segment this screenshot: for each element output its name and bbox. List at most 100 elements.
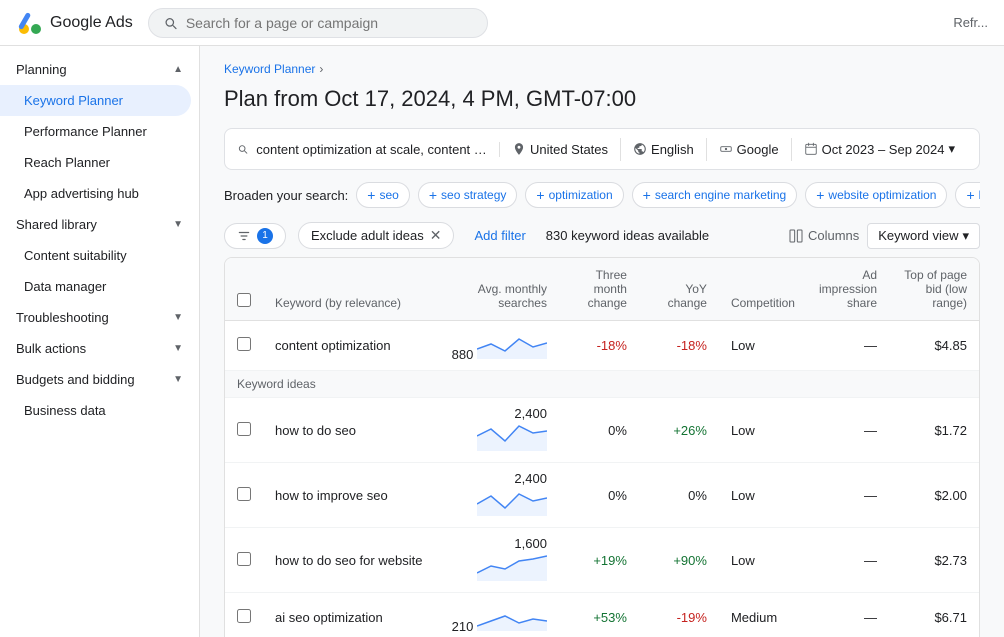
search-icon	[163, 15, 178, 31]
app-name: Google Ads	[50, 14, 133, 32]
toolbar: 1 Exclude adult ideas ✕ Add filter 830 k…	[224, 222, 980, 249]
th-top-bid[interactable]: Top of page bid (low range)	[889, 258, 979, 321]
date-dropdown-icon: ▾	[948, 141, 955, 157]
filter-search-text: content optimization at scale, content o…	[256, 142, 487, 157]
filter-location[interactable]: United States	[500, 138, 621, 161]
sidebar-troubleshooting-header[interactable]: Troubleshooting ▼	[0, 302, 199, 333]
row-sparkline	[477, 421, 547, 451]
add-filter-button[interactable]: Add filter	[466, 224, 533, 247]
row-avg-cell: 2,400	[439, 463, 559, 528]
main-content: Keyword Planner › Plan from Oct 17, 2024…	[200, 46, 1004, 637]
tag-chip-link-building[interactable]: + link building	[955, 182, 980, 208]
filter-network[interactable]: Google	[707, 138, 792, 161]
row-checkbox-cell[interactable]	[225, 398, 263, 463]
seed-row-checkbox[interactable]	[237, 337, 251, 351]
filter-icon	[237, 229, 251, 243]
keyword-table: Keyword (by relevance) Avg. monthly sear…	[225, 258, 979, 637]
filter-language[interactable]: English	[621, 138, 707, 161]
row-checkbox-cell[interactable]	[225, 593, 263, 637]
th-yoy[interactable]: YoY change	[639, 258, 719, 321]
th-avg-searches[interactable]: Avg. monthly searches	[439, 258, 559, 321]
filter-date-range[interactable]: Oct 2023 – Sep 2024 ▾	[792, 137, 967, 161]
sidebar-bulk-actions-header[interactable]: Bulk actions ▼	[0, 333, 199, 364]
sidebar-item-data-manager[interactable]: Data manager	[0, 271, 191, 302]
row-sparkline	[477, 486, 547, 516]
broaden-label: Broaden your search:	[224, 188, 348, 203]
th-competition[interactable]: Competition	[719, 258, 807, 321]
keyword-ideas-section-label: Keyword ideas	[225, 371, 979, 398]
exclude-chip: Exclude adult ideas ✕	[298, 222, 454, 249]
select-all-checkbox[interactable]	[237, 293, 251, 307]
layout: Planning ▲ Keyword Planner Performance P…	[0, 46, 1004, 637]
filters-row: content optimization at scale, content o…	[224, 128, 980, 170]
th-three-month[interactable]: Three month change	[559, 258, 639, 321]
row-checkbox[interactable]	[237, 422, 251, 436]
tag-chip-optimization[interactable]: + optimization	[525, 182, 623, 208]
breadcrumb-link[interactable]: Keyword Planner	[224, 62, 315, 76]
row-checkbox[interactable]	[237, 609, 251, 623]
row-ad-impression-cell: —	[807, 593, 889, 637]
sidebar-item-keyword-planner[interactable]: Keyword Planner	[0, 85, 191, 116]
tag-chip-seo-strategy[interactable]: + seo strategy	[418, 182, 518, 208]
seed-competition-cell: Low	[719, 321, 807, 371]
filter-search[interactable]: content optimization at scale, content o…	[237, 142, 500, 157]
search-input[interactable]	[186, 15, 473, 31]
filter-language-text: English	[651, 142, 694, 157]
sidebar-budgets-bidding-header[interactable]: Budgets and bidding ▼	[0, 364, 199, 395]
exclude-remove-button[interactable]: ✕	[430, 227, 442, 244]
row-three-month-cell: +19%	[559, 528, 639, 593]
row-top-bid-cell: $2.00	[889, 463, 979, 528]
seed-yoy-cell: -18%	[639, 321, 719, 371]
keyword-view-chevron-icon: ▾	[962, 228, 969, 244]
breadcrumb-separator: ›	[319, 62, 323, 76]
row-ad-impression-cell: —	[807, 463, 889, 528]
filter-badge: 1	[257, 228, 273, 244]
row-sparkline	[477, 601, 547, 631]
bulk-actions-chevron-icon: ▼	[173, 343, 183, 354]
th-ad-impression[interactable]: Ad impression share	[807, 258, 889, 321]
network-icon	[719, 142, 733, 156]
columns-button[interactable]: Columns	[788, 228, 859, 244]
row-ad-impression-cell: —	[807, 528, 889, 593]
sidebar: Planning ▲ Keyword Planner Performance P…	[0, 46, 200, 637]
topbar: Google Ads Refr...	[0, 0, 1004, 46]
shared-library-chevron-icon: ▼	[173, 219, 183, 230]
filter-button[interactable]: 1	[224, 223, 286, 249]
seed-avg-cell: 880	[439, 321, 559, 371]
language-icon	[633, 142, 647, 156]
breadcrumb: Keyword Planner ›	[224, 62, 980, 76]
seed-keyword-cell: content optimization	[263, 321, 439, 371]
sidebar-item-business-data[interactable]: Business data	[0, 395, 191, 426]
row-top-bid-cell: $6.71	[889, 593, 979, 637]
row-yoy-cell: +90%	[639, 528, 719, 593]
tag-chip-seo[interactable]: + seo	[356, 182, 410, 208]
row-checkbox-cell[interactable]	[225, 463, 263, 528]
row-checkbox[interactable]	[237, 552, 251, 566]
tag-chip-search-engine-marketing[interactable]: + search engine marketing	[632, 182, 798, 208]
keyword-view-button[interactable]: Keyword view ▾	[867, 223, 980, 249]
google-ads-logo-icon	[16, 9, 44, 37]
row-three-month-cell: 0%	[559, 463, 639, 528]
sidebar-item-performance-planner[interactable]: Performance Planner	[0, 116, 191, 147]
row-avg-cell: 2,400	[439, 398, 559, 463]
search-bar[interactable]	[148, 8, 488, 38]
row-checkbox[interactable]	[237, 487, 251, 501]
row-competition-cell: Low	[719, 398, 807, 463]
row-three-month-cell: 0%	[559, 398, 639, 463]
logo-area: Google Ads	[16, 9, 136, 37]
row-sparkline	[477, 551, 547, 581]
sidebar-shared-library-header[interactable]: Shared library ▼	[0, 209, 199, 240]
th-select-all[interactable]	[225, 258, 263, 321]
row-checkbox-cell[interactable]	[225, 528, 263, 593]
th-keyword[interactable]: Keyword (by relevance)	[263, 258, 439, 321]
row-top-bid-cell: $1.72	[889, 398, 979, 463]
seed-checkbox-cell[interactable]	[225, 321, 263, 371]
sidebar-planning-header[interactable]: Planning ▲	[0, 54, 199, 85]
row-keyword-cell: how to do seo	[263, 398, 439, 463]
sidebar-item-app-advertising-hub[interactable]: App advertising hub	[0, 178, 191, 209]
filter-date-text: Oct 2023 – Sep 2024	[822, 142, 945, 157]
filter-network-text: Google	[737, 142, 779, 157]
sidebar-item-reach-planner[interactable]: Reach Planner	[0, 147, 191, 178]
tag-chip-website-optimization[interactable]: + website optimization	[805, 182, 947, 208]
sidebar-item-content-suitability[interactable]: Content suitability	[0, 240, 191, 271]
